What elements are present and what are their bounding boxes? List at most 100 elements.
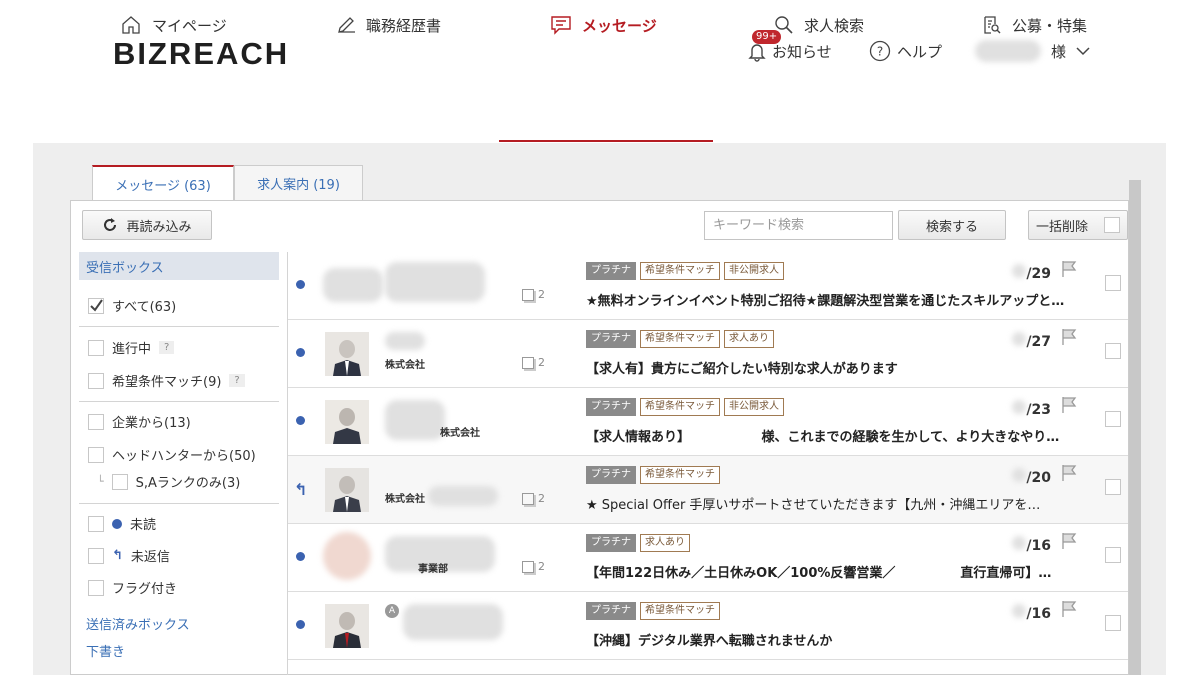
tree-branch-icon: └ [97, 475, 104, 488]
flag-icon[interactable] [1060, 260, 1078, 278]
tag: 希望条件マッチ [640, 330, 720, 348]
inbox-header[interactable]: 受信ボックス [79, 252, 279, 280]
filter-unread-label: 未読 [130, 518, 157, 533]
checkbox[interactable] [111, 473, 128, 490]
sender-redacted [403, 604, 503, 640]
drafts-link[interactable]: 下書き [86, 641, 125, 660]
checkbox[interactable] [88, 579, 104, 596]
filter-unread[interactable]: 未読 [88, 514, 156, 533]
message-date: /29 [1012, 264, 1051, 282]
unread-dot-icon [296, 552, 305, 561]
message-date-value: /16 [1026, 606, 1051, 622]
bulk-delete-label: 一括削除 [1036, 219, 1089, 235]
flag-icon[interactable] [1060, 464, 1078, 482]
company-name: 株式会社 [440, 428, 480, 439]
tag: 求人あり [724, 330, 774, 348]
message-date: /27 [1012, 332, 1051, 350]
flag-icon[interactable] [1060, 600, 1078, 618]
keyword-search-input[interactable] [704, 211, 893, 240]
thread-count-value: 2 [538, 560, 545, 573]
scrollbar[interactable] [1129, 180, 1141, 675]
message-date-value: /23 [1026, 402, 1051, 418]
filter-match-label: 希望条件マッチ(9) [112, 375, 222, 390]
filter-from-company[interactable]: 企業から(13) [88, 412, 191, 431]
checkbox[interactable] [88, 413, 104, 430]
tab-jobs[interactable]: 求人案内 (19) [234, 165, 363, 201]
sidebar: 受信ボックス すべて(63) 進行中 ? 希望条件マッチ(9) ? 企業から(1… [79, 252, 279, 660]
tag-list: プラチナ 求人あり [586, 534, 690, 552]
copy-icon [522, 492, 534, 505]
nav-messages[interactable]: メッセージ [550, 0, 657, 50]
search-button-label: 検索する [925, 219, 978, 235]
message-row[interactable]: 株式会社 2 プラチナ 希望条件マッチ 求人あり 【求人有】貴方にご紹介したい特… [288, 320, 1128, 388]
checkbox[interactable] [88, 547, 104, 564]
help-icon: ? [869, 40, 891, 62]
row-checkbox[interactable] [1105, 343, 1121, 359]
filter-all[interactable]: すべて(63) [88, 296, 176, 315]
help-mark[interactable]: ? [159, 341, 175, 354]
message-date: /16 [1012, 536, 1051, 554]
nav-job-search[interactable]: 求人検索 [774, 0, 864, 50]
reply-icon: ↰ [294, 480, 308, 499]
flag-icon[interactable] [1060, 396, 1078, 414]
sender-redacted [385, 332, 425, 350]
tag-platinum: プラチナ [586, 602, 636, 620]
filter-in-progress-label: 進行中 [112, 342, 152, 357]
message-subject: 【求人情報あり】 様、これまでの経験を生かして、より大きなやり… [586, 430, 1060, 445]
copy-icon [522, 356, 534, 369]
checkbox[interactable] [88, 372, 104, 389]
message-row[interactable]: 株式会社 プラチナ 希望条件マッチ 非公開求人 【求人情報あり】 様、これまでの… [288, 388, 1128, 456]
checkbox[interactable] [88, 446, 104, 463]
tag: 求人あり [640, 534, 690, 552]
help-button[interactable]: ? ヘルプ [869, 40, 942, 62]
message-row[interactable]: 2 プラチナ 希望条件マッチ 非公開求人 ★無料オンラインイベント特別ご招待★課… [288, 252, 1128, 320]
nav-public-label: 公募・特集 [1012, 16, 1088, 35]
unread-dot-icon [296, 620, 305, 629]
row-checkbox[interactable] [1105, 275, 1121, 291]
tab-messages[interactable]: メッセージ (63) [92, 165, 234, 201]
message-row[interactable]: ↰ 株式会社 2 プラチナ 希望条件マッチ ★ Special Offer 手厚… [288, 456, 1128, 524]
filter-all-label: すべて(63) [112, 300, 177, 315]
home-icon [122, 16, 140, 34]
sent-box-link[interactable]: 送信済みボックス [86, 614, 190, 633]
flag-icon[interactable] [1060, 328, 1078, 346]
avatar-redacted [323, 532, 371, 580]
select-all-checkbox[interactable] [1104, 217, 1120, 233]
search-button[interactable]: 検索する [898, 210, 1006, 240]
thread-count: 2 [522, 356, 545, 369]
unread-dot-icon [296, 348, 305, 357]
flag-icon[interactable] [1060, 532, 1078, 550]
nav-public[interactable]: 公募・特集 [982, 0, 1087, 50]
nav-mypage[interactable]: マイページ [120, 0, 227, 50]
filter-from-headhunter-label: ヘッドハンターから(50) [112, 449, 256, 464]
reload-button[interactable]: 再読み込み [82, 210, 212, 240]
checkmark-icon [88, 297, 104, 314]
message-row[interactable]: A プラチナ 希望条件マッチ 【沖縄】デジタル業界へ転職されませんか /16 [288, 592, 1128, 660]
filter-sa-rank[interactable]: └ S,Aランクのみ(3) [97, 472, 240, 491]
checkbox[interactable] [88, 515, 104, 532]
filter-from-headhunter[interactable]: ヘッドハンターから(50) [88, 445, 256, 464]
reload-label: 再読み込み [126, 219, 192, 235]
thread-count-value: 2 [538, 288, 545, 301]
divider [79, 503, 279, 504]
filter-flagged[interactable]: フラグ付き [88, 578, 177, 597]
help-mark[interactable]: ? [229, 374, 245, 387]
nav-resume[interactable]: 職務経歴書 [336, 0, 441, 50]
avatar [325, 468, 369, 512]
tag: 希望条件マッチ [640, 262, 720, 280]
row-checkbox[interactable] [1105, 615, 1121, 631]
company-name: 事業部 [418, 564, 448, 575]
message-row[interactable]: 事業部 2 プラチナ 求人あり 【年間122日休み／土日休みOK／100%反響営… [288, 524, 1128, 592]
row-checkbox[interactable] [1105, 479, 1121, 495]
tag-list: プラチナ 希望条件マッチ [586, 602, 720, 620]
tag: 希望条件マッチ [640, 602, 720, 620]
row-checkbox[interactable] [1105, 547, 1121, 563]
row-checkbox[interactable] [1105, 411, 1121, 427]
filter-match[interactable]: 希望条件マッチ(9) ? [88, 371, 245, 390]
svg-text:?: ? [877, 45, 883, 59]
search-icon [775, 16, 793, 34]
filter-in-progress[interactable]: 進行中 ? [88, 338, 175, 357]
checkbox[interactable] [88, 339, 104, 356]
tag-list: プラチナ 希望条件マッチ 非公開求人 [586, 262, 784, 280]
filter-unreplied[interactable]: ↰ 未返信 [88, 546, 170, 565]
